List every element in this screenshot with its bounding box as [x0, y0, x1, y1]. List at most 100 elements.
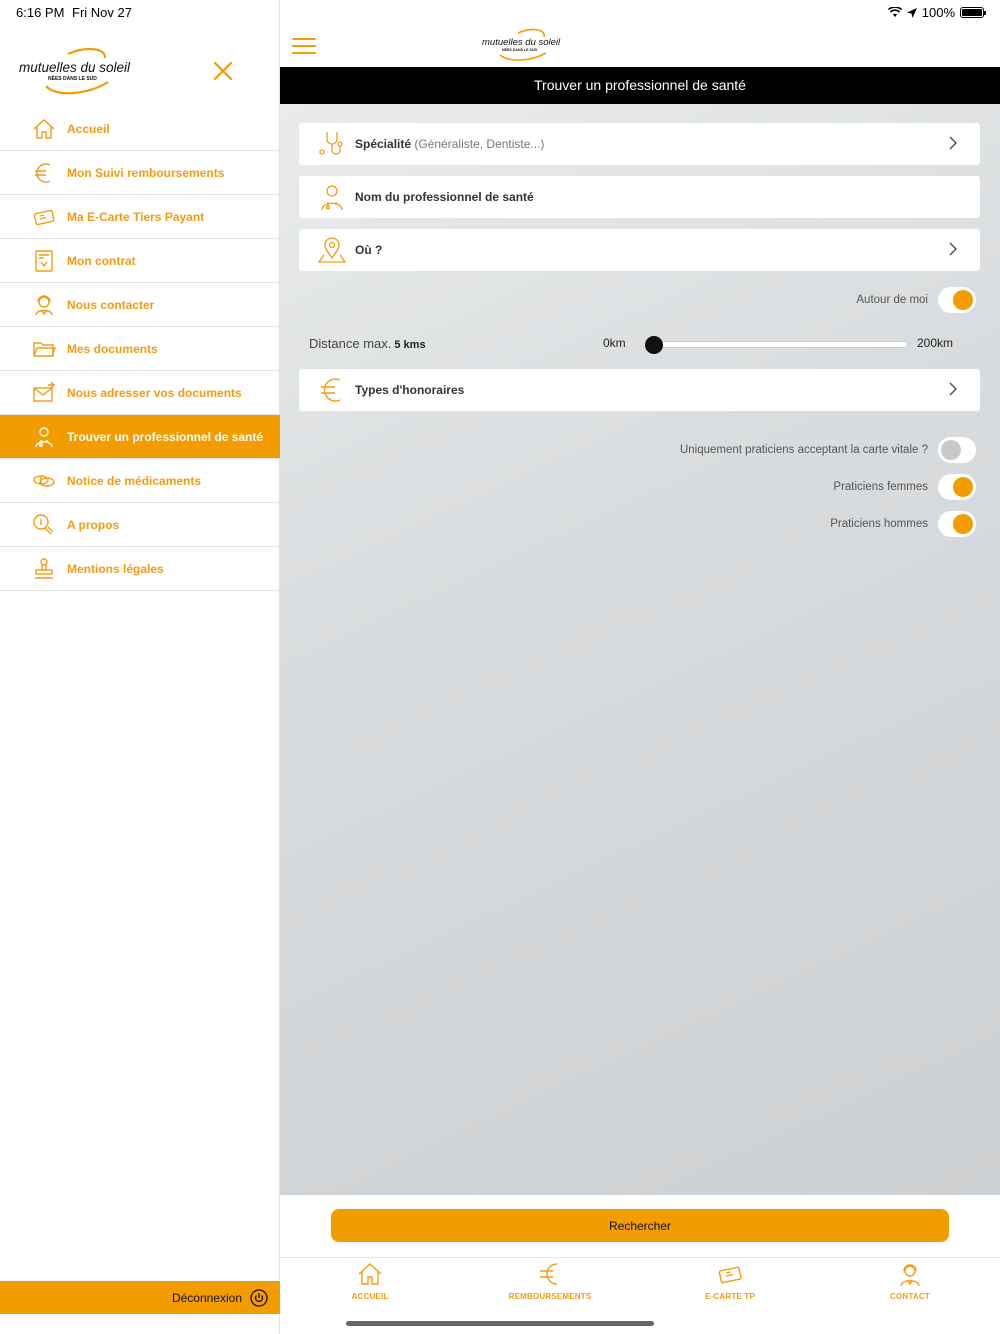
slider-min-label: 0km	[603, 336, 626, 350]
chevron-right-icon	[949, 242, 957, 256]
praticiens-femmes-toggle[interactable]	[938, 474, 976, 500]
card-icon	[33, 209, 55, 226]
specialite-hint: (Généraliste, Dentiste...)	[414, 137, 545, 151]
chevron-right-icon	[949, 136, 957, 150]
carte-vitale-label: Uniquement praticiens acceptant la carte…	[679, 444, 928, 456]
distance-label: Distance max.	[309, 336, 392, 351]
distance-slider[interactable]	[644, 336, 908, 354]
sidebar-item-label: A propos	[67, 517, 120, 532]
sidebar-item-remboursements[interactable]: Mon Suivi remboursements	[0, 151, 280, 195]
card-icon	[718, 1266, 742, 1284]
sidebar-item-label: Mon contrat	[67, 253, 136, 268]
search-form: Spécialité (Généraliste, Dentiste...) No…	[280, 104, 1000, 1195]
tab-label: REMBOURSEMENTS	[508, 1292, 592, 1301]
home-icon	[358, 1263, 382, 1285]
wifi-icon	[887, 7, 902, 17]
praticiens-femmes-label: Praticiens femmes	[833, 481, 928, 493]
tab-remboursements[interactable]: REMBOURSEMENTS	[480, 1258, 620, 1308]
honoraires-field[interactable]: Types d'honoraires	[299, 369, 980, 411]
header-brand-name: mutuelles du soleil	[482, 37, 561, 48]
power-icon	[250, 1288, 268, 1307]
euro-icon	[540, 1263, 558, 1285]
logout-button[interactable]: Déconnexion	[0, 1281, 280, 1314]
tab-ecarte-tp[interactable]: E-CARTE TP	[660, 1258, 800, 1308]
close-icon[interactable]	[208, 58, 238, 86]
sidebar-item-label: Trouver un professionnel de santé	[67, 429, 264, 444]
location-arrow-icon	[906, 7, 917, 18]
sidebar-item-ecarte[interactable]: Ma E-Carte Tiers Payant	[0, 195, 280, 239]
autour-de-moi-toggle[interactable]	[938, 287, 976, 313]
page-title: Trouver un professionnel de santé	[280, 67, 1000, 104]
carte-vitale-toggle[interactable]	[938, 437, 976, 463]
sidebar-item-adresser[interactable]: Nous adresser vos documents	[0, 371, 280, 415]
sidebar-item-mentions[interactable]: Mentions légales	[0, 547, 280, 591]
headset-icon	[35, 295, 53, 316]
carte-vitale-row: Uniquement praticiens acceptant la carte…	[680, 437, 976, 463]
autour-de-moi-label: Autour de moi	[856, 294, 928, 306]
praticiens-hommes-label: Praticiens hommes	[830, 518, 928, 530]
status-time: 6:16 PM	[16, 5, 65, 20]
praticiens-hommes-toggle[interactable]	[938, 511, 976, 537]
ou-label: Où ?	[355, 243, 383, 257]
tab-accueil[interactable]: ACCUEIL	[300, 1258, 440, 1308]
status-bar: 6:16 PM Fri Nov 27 100%	[0, 0, 1000, 24]
sidebar-item-documents[interactable]: Mes documents	[0, 327, 280, 371]
send-mail-icon	[33, 381, 55, 402]
ou-field[interactable]: Où ?	[299, 229, 980, 271]
status-indicators: 100%	[887, 5, 986, 20]
pills-icon	[33, 475, 55, 487]
nom-professionnel-field[interactable]: Nom du professionnel de santé	[299, 176, 980, 218]
sidebar-menu: Accueil Mon Suivi remboursements Ma E-Ca…	[0, 107, 280, 591]
sidebar-item-label: Ma E-Carte Tiers Payant	[67, 209, 205, 224]
sidebar-item-label: Accueil	[67, 121, 110, 136]
specialite-field[interactable]: Spécialité (Généraliste, Dentiste...)	[299, 123, 980, 165]
sidebar: mutuelles du soleil NÉES DANS LE SUD Acc…	[0, 0, 280, 1334]
sidebar-item-contact[interactable]: Nous contacter	[0, 283, 280, 327]
home-indicator	[346, 1321, 654, 1326]
praticiens-hommes-row: Praticiens hommes	[830, 511, 976, 537]
chevron-right-icon	[949, 382, 957, 396]
tab-label: CONTACT	[890, 1292, 930, 1301]
sidebar-item-contrat[interactable]: Mon contrat	[0, 239, 280, 283]
battery-percent: 100%	[921, 5, 955, 20]
rechercher-button[interactable]: Rechercher	[331, 1209, 949, 1242]
honoraires-label: Types d'honoraires	[355, 383, 465, 397]
sidebar-item-label: Notice de médicaments	[67, 473, 202, 488]
bottom-area: Rechercher ACCUEIL REMBOURSEMENTS E-CART…	[280, 1195, 1000, 1334]
euro-icon	[35, 163, 51, 183]
sidebar-item-label: Nous adresser vos documents	[67, 385, 242, 400]
stethoscope-icon	[319, 132, 343, 155]
doctor-icon	[321, 185, 343, 211]
distance-row: Distance max. 5 kms 0km 200km	[309, 336, 969, 354]
status-date: Fri Nov 27	[72, 5, 132, 20]
sidebar-item-label: Mes documents	[67, 341, 158, 356]
brand-tagline: NÉES DANS LE SUD	[48, 74, 97, 82]
distance-value: 5 kms	[394, 339, 426, 351]
battery-icon	[960, 7, 986, 18]
contract-icon	[35, 250, 53, 272]
stamp-icon	[35, 558, 53, 579]
main-header: mutuelles du soleil NÉES DANS LE SUD	[280, 24, 1000, 67]
info-icon	[33, 514, 54, 535]
sidebar-item-label: Nous contacter	[67, 297, 155, 312]
folder-icon	[33, 342, 56, 357]
slider-max-label: 200km	[917, 336, 954, 350]
sidebar-item-notice[interactable]: Notice de médicaments	[0, 459, 280, 503]
slider-thumb[interactable]	[644, 336, 663, 354]
location-pin-icon	[318, 237, 346, 263]
logout-label: Déconnexion	[171, 1290, 242, 1305]
header-logo: mutuelles du soleil NÉES DANS LE SUD	[482, 28, 561, 61]
sidebar-item-trouver-professionnel[interactable]: Trouver un professionnel de santé	[0, 415, 280, 459]
sidebar-item-label: Mon Suivi remboursements	[67, 165, 225, 180]
specialite-label: Spécialité	[355, 137, 412, 151]
main-panel: mutuelles du soleil NÉES DANS LE SUD Tro…	[280, 0, 1000, 1334]
tab-contact[interactable]: CONTACT	[840, 1258, 980, 1308]
tab-label: E-CARTE TP	[705, 1292, 755, 1301]
sidebar-item-apropos[interactable]: A propos	[0, 503, 280, 547]
sidebar-item-accueil[interactable]: Accueil	[0, 107, 280, 151]
hamburger-menu-icon[interactable]	[292, 38, 316, 54]
home-icon	[33, 119, 55, 139]
sidebar-item-label: Mentions légales	[67, 561, 164, 576]
nom-professionnel-label: Nom du professionnel de santé	[355, 190, 534, 204]
brand-logo: mutuelles du soleil NÉES DANS LE SUD	[19, 48, 131, 95]
